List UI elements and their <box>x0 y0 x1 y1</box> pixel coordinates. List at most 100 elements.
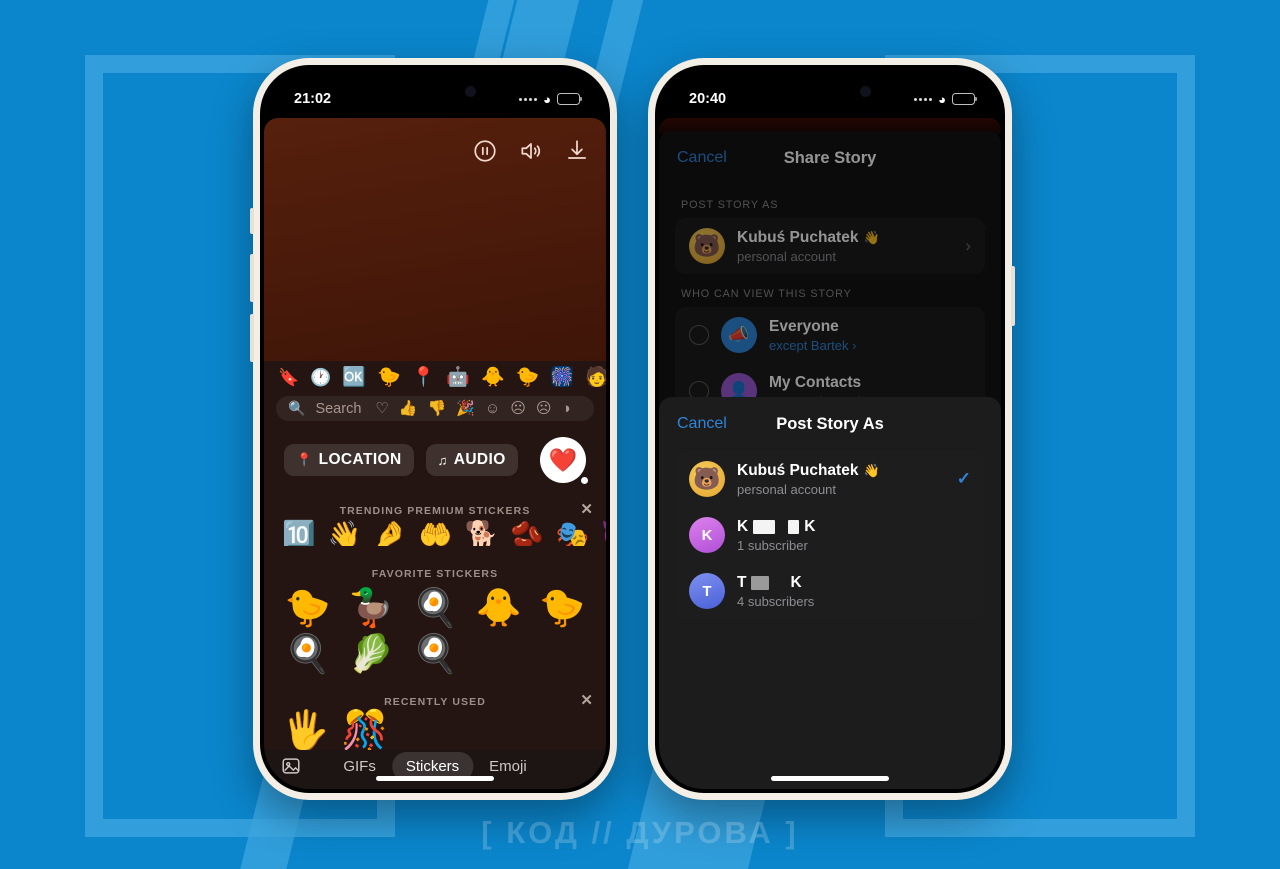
sound-icon[interactable] <box>518 138 544 164</box>
sticker-item[interactable]: 🐕 <box>465 522 499 546</box>
recent-section-header: RECENTLY USED ✕ <box>264 693 606 708</box>
recent-clock-icon[interactable]: 🕐 <box>310 369 331 386</box>
reaction-thumbsdown-icon[interactable]: 👎 <box>428 401 447 416</box>
avatar: K <box>689 517 725 553</box>
screen-left: 🔖 🕐 🆗 🐤 📍 🤖 🐥 🐤 🎆 🧑 🍳 🔍 Search ♡ <box>264 69 606 789</box>
redacted-block <box>751 575 770 590</box>
sticker-item[interactable]: 🦆 <box>348 587 394 628</box>
phone-right: Cancel Share Story POST STORY AS 🐻 Kubuś… <box>648 58 1015 800</box>
story-action-row: 📍 LOCATION ♫ AUDIO ❤️ <box>264 421 606 485</box>
reaction-smile-icon[interactable]: ☺ <box>485 401 500 416</box>
location-label: LOCATION <box>318 451 402 469</box>
sticker-pack-duck3[interactable]: 🐤 <box>516 368 540 387</box>
screen-right: Cancel Share Story POST STORY AS 🐻 Kubuś… <box>659 69 1001 789</box>
status-bar-right: 20:40 ◕ <box>659 69 1001 117</box>
reaction-sad-icon[interactable]: ☹ <box>536 401 552 416</box>
sticker-pack-duck[interactable]: 🐤 <box>377 368 401 387</box>
sticker-item[interactable]: 😈 <box>601 522 606 546</box>
phone-button-volume-up[interactable] <box>250 254 254 302</box>
clock: 21:02 <box>294 91 332 107</box>
sticker-item[interactable]: 🍳 <box>412 587 458 628</box>
battery-icon <box>557 93 583 105</box>
pin-icon: 📍 <box>296 452 313 468</box>
sticker-item[interactable]: 🍳 <box>412 633 458 674</box>
heart-icon: ❤️ <box>540 437 586 484</box>
favorites-section-header: FAVORITE STICKERS <box>264 568 606 580</box>
home-indicator[interactable] <box>771 776 889 781</box>
trending-section-header: TRENDING PREMIUM STICKERS ✕ <box>264 502 606 517</box>
sticker-item[interactable]: 🐤 <box>539 587 585 628</box>
avatar: 🐻 <box>689 461 725 497</box>
wifi-icon: ◕ <box>938 91 946 107</box>
sticker-panel: 🔖 🕐 🆗 🐤 📍 🤖 🐥 🐤 🎆 🧑 🍳 🔍 Search ♡ <box>264 361 606 789</box>
keyboard-mode-tabs: GIFs Stickers Emoji <box>264 749 606 789</box>
sticker-pack-robot[interactable]: 🤖 <box>446 368 470 387</box>
reaction-thumbsup-icon[interactable]: 👍 <box>399 401 418 416</box>
phone-button-volume-down[interactable] <box>250 314 254 362</box>
background <box>0 0 1280 869</box>
channel-name-suffix: K <box>804 517 816 535</box>
story-media-preview <box>264 118 606 374</box>
close-icon[interactable]: ✕ <box>580 693 594 708</box>
sticker-pack-pin[interactable]: 📍 <box>412 368 436 387</box>
favorites-title: FAVORITE STICKERS <box>371 567 499 580</box>
sticker-item[interactable]: 🥬 <box>348 633 394 674</box>
reaction-surprised-icon[interactable]: ◑ <box>562 401 571 416</box>
sticker-pack-ok[interactable]: 🆗 <box>342 368 366 387</box>
photo-icon[interactable] <box>280 755 302 777</box>
sticker-item[interactable]: 🎊 <box>341 712 388 750</box>
recently-used-row: 🖐️ 🎊 <box>264 708 606 750</box>
account-name: Kubuś Puchatek <box>737 461 859 479</box>
sticker-item[interactable]: 🫘 <box>510 522 544 546</box>
home-indicator[interactable] <box>376 776 494 781</box>
account-list-card: 🐻 Kubuś Puchatek 👋 personal account ✓ K <box>675 451 985 619</box>
search-icon: 🔍 <box>288 400 306 417</box>
sticker-item[interactable]: 👋 <box>328 522 362 546</box>
watermark: [ КОД // ДУРОВА ] <box>481 815 799 850</box>
reaction-heart-icon[interactable]: ♡ <box>375 401 388 416</box>
sticker-item[interactable]: 🎭 <box>556 522 590 546</box>
audio-label: AUDIO <box>453 451 506 469</box>
signal-dots-icon <box>914 97 933 101</box>
phone-button-power[interactable] <box>1011 266 1015 326</box>
music-note-icon: ♫ <box>437 452 448 468</box>
account-row-personal[interactable]: 🐻 Kubuś Puchatek 👋 personal account ✓ <box>675 451 985 507</box>
subscriber-count: 4 subscribers <box>737 593 815 609</box>
phone-button-silent[interactable] <box>250 208 254 234</box>
close-icon[interactable]: ✕ <box>580 502 594 517</box>
sticker-search-bar[interactable]: 🔍 Search ♡ 👍 👎 🎉 ☺ ☹ ☹ ◑ <box>276 395 594 422</box>
account-row-channel-t[interactable]: T T K 4 subscribers <box>675 563 985 619</box>
channel-name-prefix: K <box>737 517 749 535</box>
download-icon[interactable] <box>564 138 590 164</box>
sticker-item[interactable]: 🖐️ <box>282 712 329 750</box>
channel-name-prefix: T <box>737 573 747 591</box>
sticker-pack-duck2[interactable]: 🐥 <box>481 368 505 387</box>
sticker-item[interactable]: 🍳 <box>285 633 331 674</box>
sticker-item[interactable]: 🔟 <box>282 522 316 546</box>
reaction-party-icon[interactable]: 🎉 <box>456 401 475 416</box>
sticker-item[interactable]: 🤌 <box>373 522 407 546</box>
reaction-bubble-button[interactable]: ❤️ <box>540 437 588 485</box>
favorite-sticker-grid: 🐤 🦆 🍳 🐥 🐤 🍳 🥬 🍳 <box>264 580 606 674</box>
bookmark-icon[interactable]: 🔖 <box>278 369 299 386</box>
status-bar-left: 21:02 ◕ <box>264 69 606 117</box>
phone-left: 🔖 🕐 🆗 🐤 📍 🤖 🐥 🐤 🎆 🧑 🍳 🔍 Search ♡ <box>250 58 617 800</box>
sticker-pack-sparkles[interactable]: 🎆 <box>550 368 574 387</box>
sticker-pack-person[interactable]: 🧑 <box>585 368 606 387</box>
search-placeholder: Search <box>315 400 362 417</box>
sticker-item[interactable]: 🤲 <box>419 522 453 546</box>
sticker-item[interactable]: 🐥 <box>476 587 522 628</box>
reaction-confused-icon[interactable]: ☹ <box>510 401 526 416</box>
wifi-icon: ◕ <box>543 91 551 107</box>
pause-icon[interactable] <box>472 138 498 164</box>
location-button[interactable]: 📍 LOCATION <box>284 444 414 477</box>
audio-button[interactable]: ♫ AUDIO <box>425 444 518 477</box>
verified-badge-icon: 👋 <box>863 462 880 478</box>
checkmark-icon: ✓ <box>956 469 971 488</box>
sticker-item[interactable]: 🐤 <box>285 587 331 628</box>
media-tools <box>472 138 590 164</box>
avatar: T <box>689 573 725 609</box>
clock: 20:40 <box>689 91 727 107</box>
emoji-category-tabs[interactable]: 🔖 🕐 🆗 🐤 📍 🤖 🐥 🐤 🎆 🧑 🍳 <box>264 361 606 393</box>
account-row-channel-k[interactable]: K K K 1 subscriber <box>675 507 985 563</box>
